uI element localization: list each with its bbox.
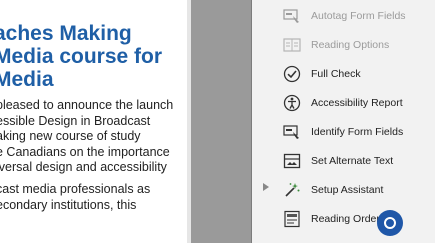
paragraph-line: cast media professionals as <box>0 182 151 196</box>
tool-label: Autotag Form Fields <box>311 10 406 22</box>
tool-accessibility-report[interactable]: Accessibility Report <box>283 92 433 114</box>
paragraph-line: pleased to announce the launch <box>0 98 174 112</box>
tool-full-check[interactable]: Full Check <box>283 63 433 85</box>
pdf-page: aches Making Media course for Media plea… <box>0 0 187 243</box>
reading-order-icon <box>283 210 301 228</box>
tool-label: Setup Assistant <box>311 184 384 196</box>
paragraph-line: e Canadians on the importance <box>0 144 170 159</box>
autotag-form-fields-icon <box>283 7 301 25</box>
reading-options-icon <box>283 36 301 54</box>
tool-identify-form-fields[interactable]: Identify Form Fields <box>283 121 433 143</box>
tool-label: Set Alternate Text <box>311 155 394 167</box>
document-title: aches Making Media course for Media <box>0 22 187 91</box>
setup-assistant-icon <box>283 181 301 199</box>
paragraph-line: iversal design and accessibility <box>0 160 167 174</box>
title-line: Media course for <box>0 45 163 68</box>
paragraph-line: essible Design in Broadcast <box>0 113 151 128</box>
tool-label: Identify Form Fields <box>311 126 404 138</box>
tool-label: Reading Options <box>311 39 390 51</box>
tool-reading-options[interactable]: Reading Options <box>283 34 433 56</box>
paragraph-line: econdary institutions, this <box>0 197 137 212</box>
tool-label: Accessibility Report <box>311 97 403 109</box>
identify-form-fields-icon <box>283 123 301 141</box>
tool-autotag-form-fields[interactable]: Autotag Form Fields <box>283 5 433 27</box>
set-alternate-text-icon <box>283 152 301 170</box>
document-paragraph: pleased to announce the launch essible D… <box>0 98 187 176</box>
document-paragraph-2: cast media professionals as econdary ins… <box>0 182 187 213</box>
accessibility-report-icon <box>283 94 301 112</box>
paragraph-line: aking new course of study <box>0 129 141 143</box>
panel-collapse-arrow-icon[interactable] <box>263 183 269 191</box>
title-line: aches Making <box>0 22 132 45</box>
tool-setup-assistant[interactable]: Setup Assistant <box>283 179 433 201</box>
title-line: Media <box>0 68 54 91</box>
tool-label: Reading Order <box>311 213 380 225</box>
full-check-icon <box>283 65 301 83</box>
tool-label: Full Check <box>311 68 361 80</box>
viewer-background <box>191 0 251 243</box>
click-indicator <box>377 210 403 236</box>
tool-reading-order[interactable]: Reading Order <box>283 208 433 230</box>
tool-set-alternate-text[interactable]: Set Alternate Text <box>283 150 433 172</box>
